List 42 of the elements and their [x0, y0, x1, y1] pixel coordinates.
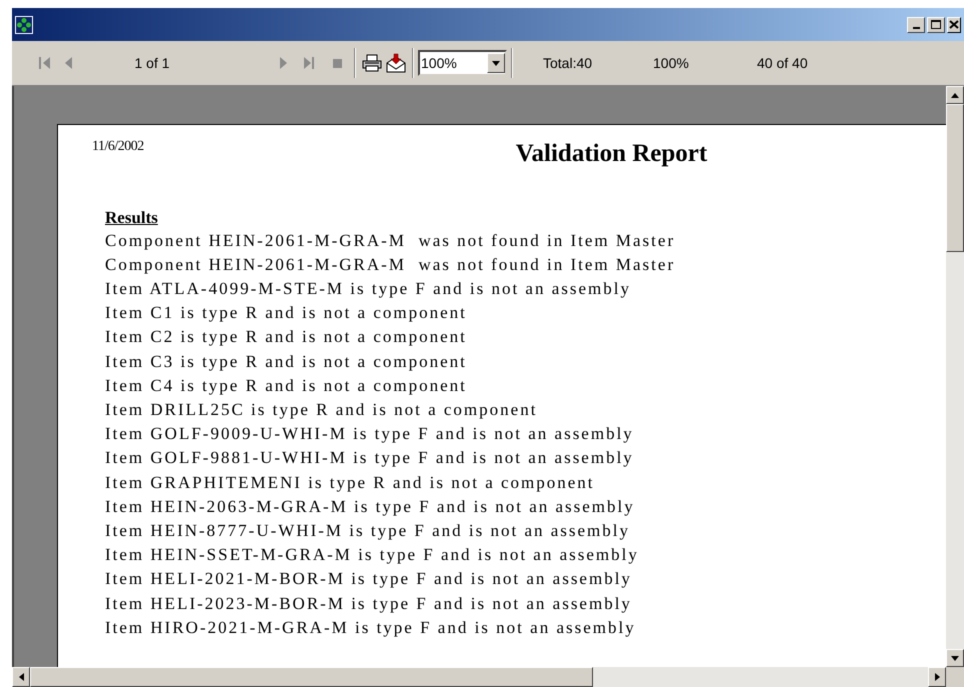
close-button[interactable] [947, 16, 961, 32]
report-line: Item GRAPHITEMENI is type R and is not a component [105, 472, 596, 494]
scroll-left-button[interactable] [12, 667, 30, 687]
left-arrow-icon [18, 673, 24, 681]
report-line: Item HEIN-8777-U-WHI-M is type F and is not an assembly [105, 520, 632, 542]
record-count: 40 of 40 [757, 54, 808, 72]
report-line: Component HEIN-2061-M-GRA-M was not found in Item Master [105, 230, 676, 252]
report-line: Item DRILL25C is type R and is not a component [105, 398, 538, 421]
report-line: Item C3 is type R and is not a component [105, 350, 468, 373]
report-title: Validation Report [516, 139, 708, 169]
scroll-up-button[interactable] [946, 86, 964, 104]
report-line: Item HEIN-SSET-M-GRA-M is type F and is not an assembly [105, 544, 640, 566]
down-arrow-icon [951, 656, 959, 660]
zoom-percent: 100% [653, 54, 690, 72]
report-line: Item C2 is type R and is not a component [105, 326, 468, 348]
scroll-right-button[interactable] [928, 667, 946, 687]
section-heading: Results [105, 206, 159, 228]
report-line: Item ATLA-4099-M-STE-M is type F and is not an assembly [105, 278, 632, 300]
zoom-dropdown[interactable]: 100% [418, 50, 507, 76]
report-line: Item HEIN-2063-M-GRA-M is type F and is not an assembly [105, 496, 636, 518]
report-line: Item C1 is type R and is not a component [105, 302, 468, 324]
report-line: Item HELI-2023-M-BOR-M is type F and is not an assembly [105, 592, 633, 615]
report-date: 11/6/2002 [92, 138, 144, 156]
maximize-button[interactable] [927, 16, 945, 32]
report-line: Item HIRO-2021-M-GRA-M is type F and is not an assembly [105, 616, 637, 639]
minimize-button[interactable] [907, 16, 925, 32]
up-arrow-icon [951, 92, 959, 98]
scroll-down-button[interactable] [946, 649, 964, 667]
scroll-thumb[interactable] [946, 104, 964, 252]
report-line: Item HELI-2021-M-BOR-M is type F and is not an assembly [105, 568, 633, 590]
report-line: Item C4 is type R and is not a component [105, 374, 468, 397]
resize-grip[interactable] [946, 667, 964, 687]
report-line: Component HEIN-2061-M-GRA-M was not found in Item Master [105, 254, 676, 276]
vertical-scrollbar[interactable] [946, 86, 964, 667]
report-line: Item GOLF-9009-U-WHI-M is type F and is not an assembly [105, 423, 635, 446]
page-indicator: 1 of 1 [133, 54, 171, 72]
report-line: Item GOLF-9881-U-WHI-M is type F and is not an assembly [105, 447, 635, 470]
right-arrow-icon [934, 673, 940, 681]
app-icon [15, 16, 33, 34]
total-count: Total:40 [543, 54, 594, 72]
horizontal-scrollbar[interactable] [12, 667, 964, 687]
scroll-thumb[interactable] [30, 667, 593, 687]
